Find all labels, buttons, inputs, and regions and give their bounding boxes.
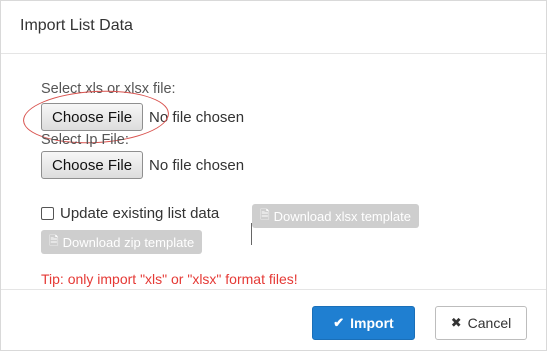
download-zip-template-button[interactable]: 🗎 Download zip template <box>41 230 203 254</box>
text-cursor <box>251 223 252 245</box>
cancel-button[interactable]: ✖ Cancel <box>435 306 527 340</box>
dialog-title: Import List Data <box>20 17 133 34</box>
file-icon: 🗎 <box>49 233 59 248</box>
update-existing-option[interactable]: Update existing list data <box>41 205 219 222</box>
header-divider <box>1 53 546 54</box>
close-icon: ✖ <box>450 315 462 330</box>
import-button[interactable]: ✔ Import <box>312 306 415 340</box>
xls-file-label: Select xls or xlsx file: <box>41 81 176 97</box>
import-button-label: Import <box>350 315 394 331</box>
file-icon: 🗎 <box>260 207 270 222</box>
ip-file-input: Choose File No file chosen <box>41 151 244 179</box>
import-dialog: Import List Data Select xls or xlsx file… <box>0 0 547 351</box>
download-xlsx-template-label: Download xlsx template <box>273 208 411 224</box>
xls-choose-file-button[interactable]: Choose File <box>41 103 144 131</box>
xls-file-status: No file chosen <box>149 108 245 126</box>
ip-choose-file-button[interactable]: Choose File <box>41 151 144 179</box>
update-existing-label: Update existing list data <box>60 205 220 222</box>
xls-file-input: Choose File No file chosen <box>41 103 244 131</box>
download-xlsx-template-button[interactable]: 🗎 Download xlsx template <box>252 204 419 228</box>
checkmark-icon: ✔ <box>333 315 345 330</box>
footer-divider <box>1 289 546 290</box>
download-zip-template-label: Download zip template <box>62 234 195 250</box>
ip-file-status: No file chosen <box>149 156 245 174</box>
ip-file-label: Select Ip File: <box>41 132 129 148</box>
update-existing-checkbox[interactable] <box>41 207 54 220</box>
format-tip: Tip: only import "xls" or "xlsx" format … <box>41 271 298 287</box>
cancel-button-label: Cancel <box>467 315 512 331</box>
